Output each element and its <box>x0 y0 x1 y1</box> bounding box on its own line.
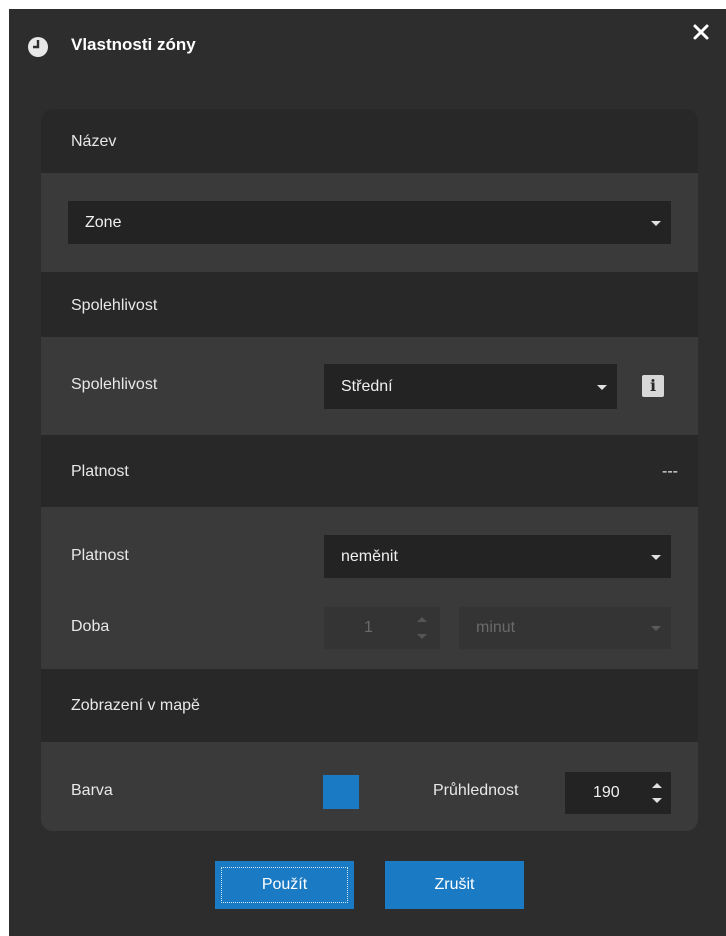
opacity-spinbox[interactable]: 190 <box>565 772 671 814</box>
close-icon[interactable] <box>688 19 714 45</box>
duration-label: Doba <box>71 618 110 635</box>
validity-select[interactable]: neměnit <box>324 535 671 578</box>
apply-button[interactable]: Použít <box>215 861 354 909</box>
chevron-down-icon <box>651 554 661 560</box>
zone-properties-dialog: Vlastnosti zóny Název Zone Spolehlivost … <box>9 9 726 936</box>
reliability-section-body: Spolehlivost Střední i <box>41 337 698 435</box>
validity-value: neměnit <box>341 547 398 565</box>
spin-down-icon[interactable] <box>417 634 427 639</box>
spin-up-icon[interactable] <box>652 783 662 788</box>
validity-section-title: Platnost <box>71 463 129 480</box>
opacity-value: 190 <box>593 784 620 801</box>
color-label: Barva <box>71 782 113 799</box>
info-icon[interactable]: i <box>642 375 664 397</box>
map-display-section-title: Zobrazení v mapě <box>71 697 200 714</box>
validity-section-header: Platnost --- <box>41 435 698 507</box>
name-section-body: Zone <box>41 173 698 272</box>
name-section-header: Název <box>41 109 698 173</box>
reliability-value: Střední <box>341 377 393 395</box>
map-display-section-header: Zobrazení v mapě <box>41 669 698 742</box>
color-swatch[interactable] <box>323 775 359 809</box>
zone-name-value: Zone <box>85 213 122 231</box>
validity-section-body: Platnost neměnit Doba 1 minut <box>41 507 698 669</box>
spin-down-icon[interactable] <box>652 798 662 803</box>
reliability-label: Spolehlivost <box>71 376 158 393</box>
duration-unit-value: minut <box>476 619 516 636</box>
duration-unit-select[interactable]: minut <box>459 607 671 649</box>
chevron-down-icon <box>651 220 661 226</box>
name-section-title: Název <box>71 133 117 150</box>
map-display-section-body: Barva Průhlednost 190 <box>41 742 698 831</box>
chevron-down-icon <box>651 626 661 631</box>
properties-panel: Název Zone Spolehlivost Spolehlivost Stř… <box>41 109 698 831</box>
zone-name-select[interactable]: Zone <box>68 201 671 244</box>
clock-icon <box>28 37 48 57</box>
reliability-section-title: Spolehlivost <box>71 297 158 314</box>
opacity-label: Průhlednost <box>433 782 519 799</box>
title-bar: Vlastnosti zóny <box>9 9 726 79</box>
dialog-title: Vlastnosti zóny <box>71 35 196 54</box>
duration-spinbox[interactable]: 1 <box>324 607 440 649</box>
duration-value: 1 <box>364 619 373 636</box>
cancel-button[interactable]: Zrušit <box>385 861 524 909</box>
reliability-select[interactable]: Střední <box>324 364 617 409</box>
chevron-down-icon <box>597 384 607 390</box>
spin-up-icon[interactable] <box>417 617 427 622</box>
validity-header-value: --- <box>662 463 678 480</box>
reliability-section-header: Spolehlivost <box>41 272 698 337</box>
validity-label: Platnost <box>71 547 129 564</box>
